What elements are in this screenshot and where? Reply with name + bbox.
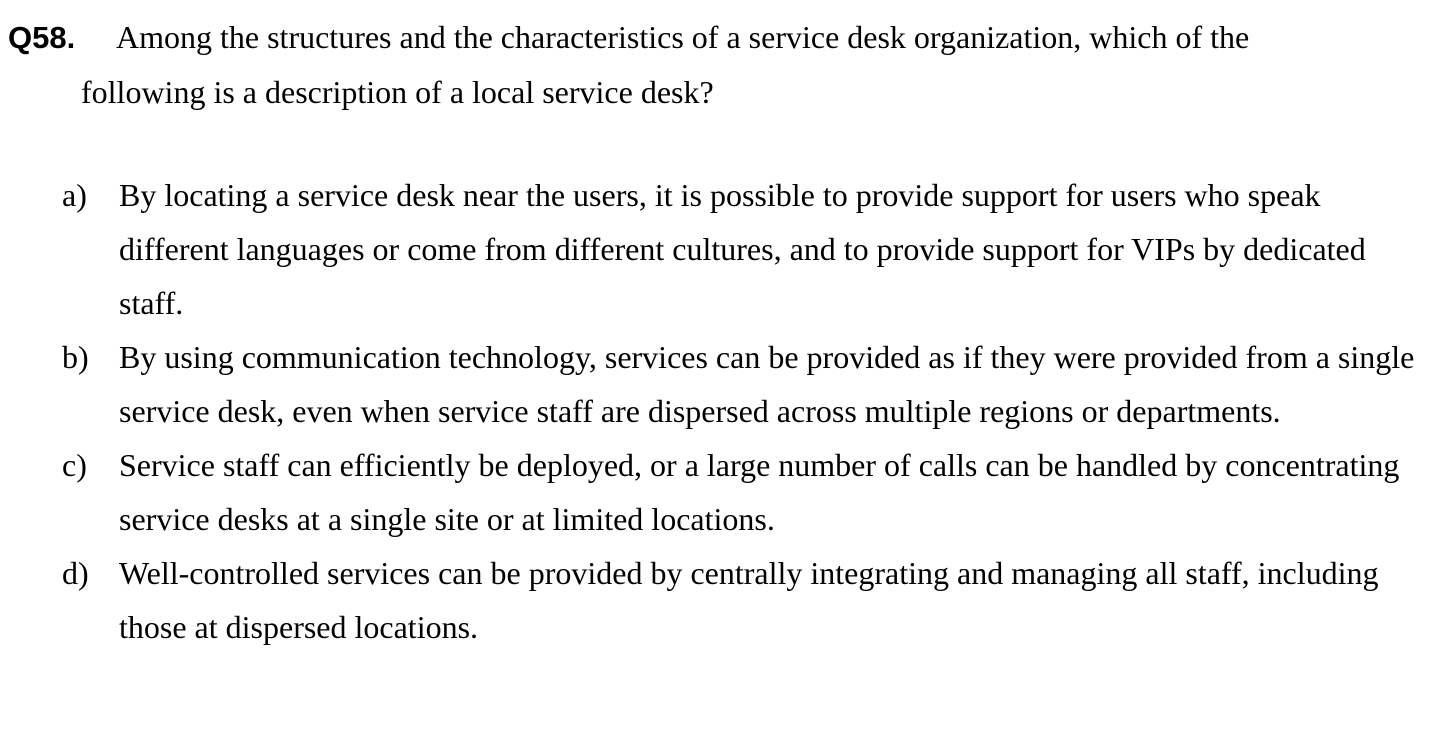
answer-options: a) By locating a service desk near the u… bbox=[62, 168, 1432, 654]
question-number: Q58. bbox=[8, 20, 76, 55]
option-text: By using communication technology, servi… bbox=[119, 339, 1415, 429]
option-text: By locating a service desk near the user… bbox=[119, 177, 1366, 321]
question-text-line-2: following is a description of a local se… bbox=[81, 74, 714, 110]
option-letter: a) bbox=[62, 177, 87, 213]
question-text-line-1: Among the structures and the characteris… bbox=[116, 19, 1250, 55]
option-d[interactable]: d) Well-controlled services can be provi… bbox=[62, 546, 1432, 654]
option-text: Well-controlled services can be provided… bbox=[119, 555, 1379, 645]
option-c[interactable]: c) Service staff can efficiently be depl… bbox=[62, 438, 1432, 546]
option-letter: b) bbox=[62, 339, 89, 375]
option-letter: c) bbox=[62, 447, 87, 483]
option-a[interactable]: a) By locating a service desk near the u… bbox=[62, 168, 1432, 330]
option-text: Service staff can efficiently be deploye… bbox=[119, 447, 1400, 537]
question-stem: Q58. Among the structures and the charact… bbox=[8, 10, 1428, 119]
option-b[interactable]: b) By using communication technology, se… bbox=[62, 330, 1432, 438]
option-letter: d) bbox=[62, 555, 89, 591]
